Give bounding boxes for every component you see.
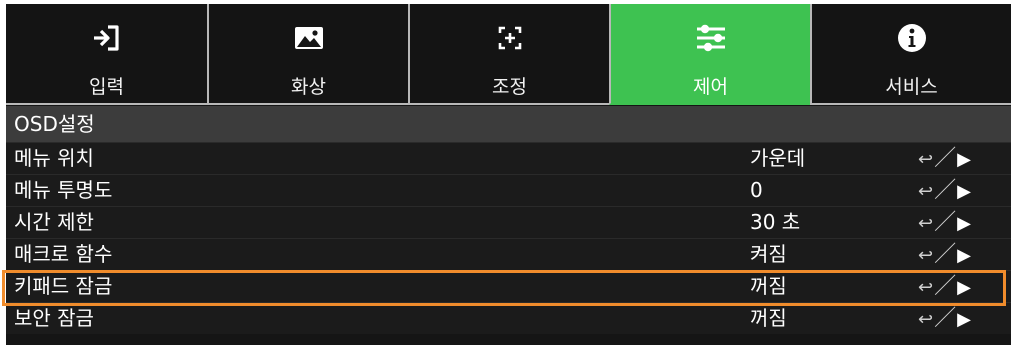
list-item-menu-position[interactable]: 메뉴 위치 가운데 ↩／▶ <box>6 142 1011 174</box>
row-value: 꺼짐 <box>750 274 787 298</box>
settings-list: OSD설정 메뉴 위치 가운데 ↩／▶ 메뉴 투명도 0 ↩／▶ 시간 제한 3… <box>6 106 1011 334</box>
section-header: OSD설정 <box>6 106 1011 142</box>
enter-arrow-icon[interactable]: ↩／▶ <box>918 143 972 175</box>
info-icon <box>892 18 932 58</box>
row-label: 키패드 잠금 <box>14 274 113 298</box>
list-item-timeout[interactable]: 시간 제한 30 초 ↩／▶ <box>6 206 1011 238</box>
list-item-keypad-lock[interactable]: 키패드 잠금 꺼짐 ↩／▶ <box>6 270 1011 302</box>
image-icon <box>289 18 329 58</box>
tab-control[interactable]: 제어 <box>609 4 810 105</box>
osd-menu: 입력 화상 조정 제어 서비스 OSD설정 메뉴 위치 가운데 ↩／▶ 메뉴 투… <box>6 4 1011 345</box>
list-item-security-lock[interactable]: 보안 잠금 꺼짐 ↩／▶ <box>6 302 1011 334</box>
enter-arrow-icon[interactable]: ↩／▶ <box>918 207 972 239</box>
list-item-menu-transparency[interactable]: 메뉴 투명도 0 ↩／▶ <box>6 174 1011 206</box>
input-icon <box>87 18 127 58</box>
tab-label: 서비스 <box>885 76 938 98</box>
list-item-macro-function[interactable]: 매크로 함수 켜짐 ↩／▶ <box>6 238 1011 270</box>
row-label: 매크로 함수 <box>14 242 113 266</box>
menu-tabs: 입력 화상 조정 제어 서비스 <box>6 4 1011 105</box>
tab-label: 화상 <box>291 76 326 98</box>
tab-label: 조정 <box>492 76 527 98</box>
enter-arrow-icon[interactable]: ↩／▶ <box>918 239 972 271</box>
row-value: 0 <box>750 178 763 202</box>
tab-input[interactable]: 입력 <box>6 4 207 105</box>
row-value: 가운데 <box>750 146 806 170</box>
tab-service[interactable]: 서비스 <box>810 4 1011 105</box>
row-label: 시간 제한 <box>14 210 94 234</box>
enter-arrow-icon[interactable]: ↩／▶ <box>918 271 972 303</box>
enter-arrow-icon[interactable]: ↩／▶ <box>918 303 972 335</box>
tab-label: 입력 <box>89 76 124 98</box>
tab-adjust[interactable]: 조정 <box>408 4 609 105</box>
sliders-icon <box>691 18 731 58</box>
row-value: 30 초 <box>750 210 801 234</box>
tab-label: 제어 <box>693 76 728 98</box>
row-label: 메뉴 투명도 <box>14 178 113 202</box>
row-label: 메뉴 위치 <box>14 146 94 170</box>
row-label: 보안 잠금 <box>14 306 94 330</box>
row-value: 꺼짐 <box>750 306 787 330</box>
row-value: 켜짐 <box>750 242 787 266</box>
tab-image[interactable]: 화상 <box>207 4 408 105</box>
enter-arrow-icon[interactable]: ↩／▶ <box>918 175 972 207</box>
adjust-icon <box>490 18 530 58</box>
